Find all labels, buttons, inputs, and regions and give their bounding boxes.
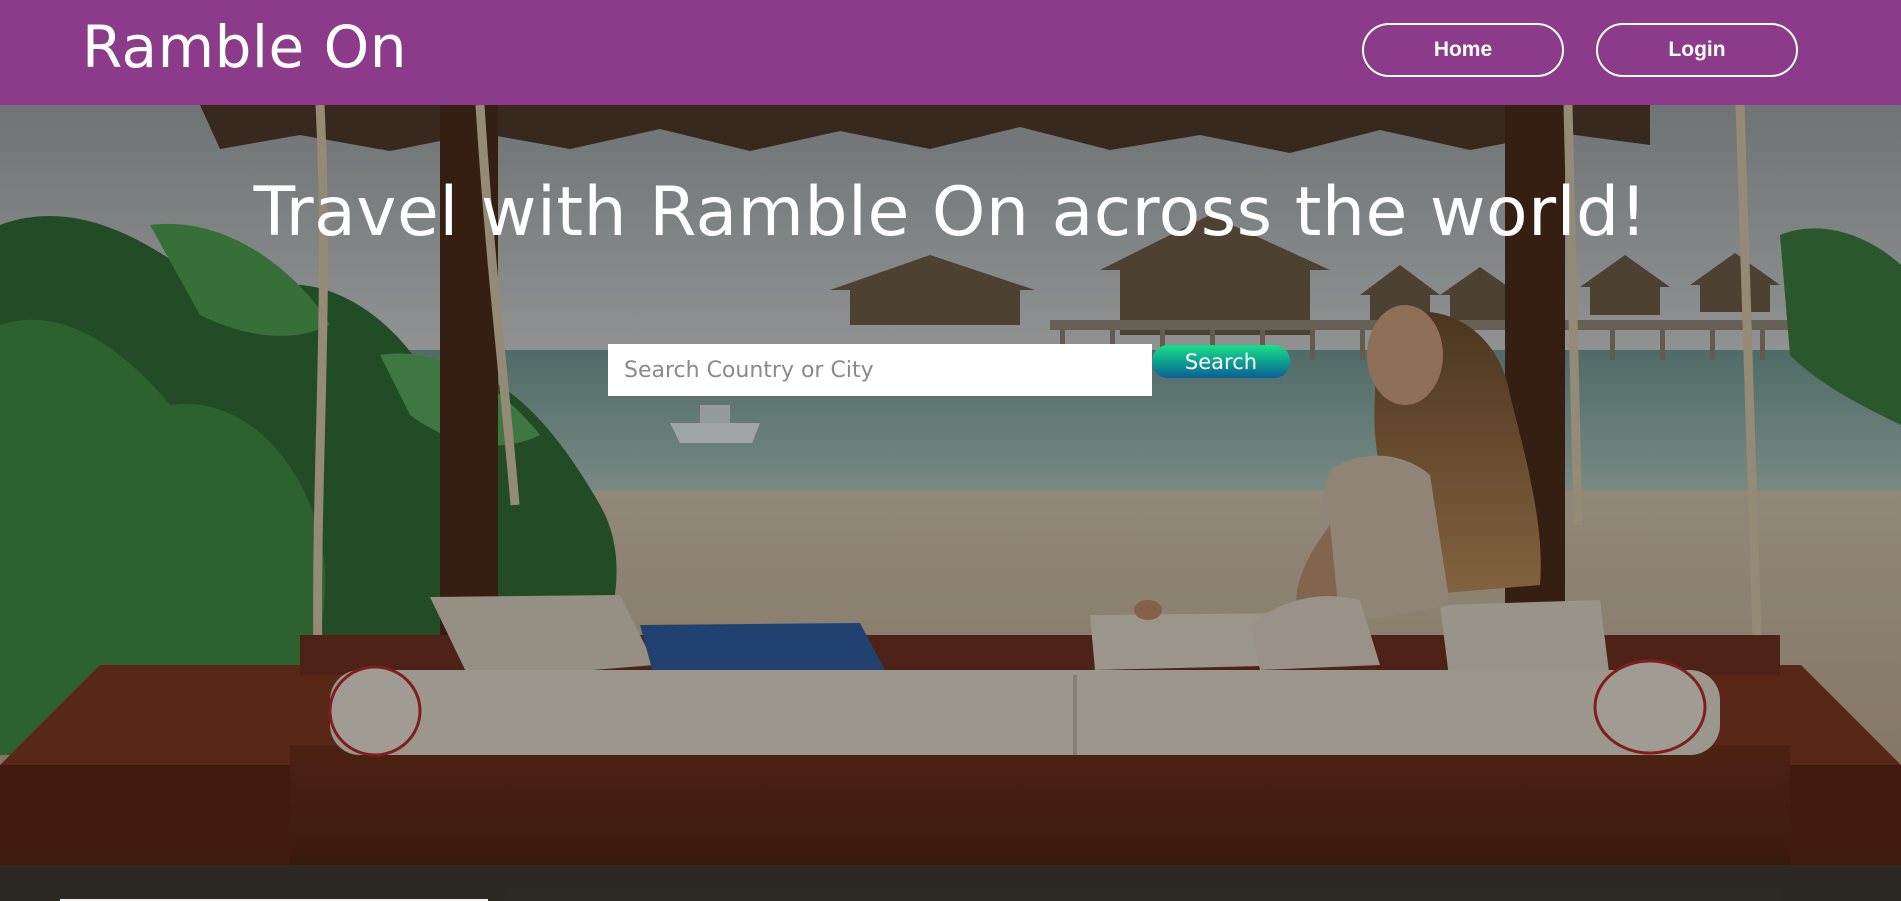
search-bar: Search bbox=[608, 344, 1290, 396]
hero-headline: Travel with Ramble On across the world! bbox=[253, 173, 1648, 252]
top-navbar: Ramble On Home Login bbox=[0, 0, 1901, 105]
page: Ramble On Home Login Travel with Ramble … bbox=[0, 0, 1901, 901]
brand-logo-text[interactable]: Ramble On bbox=[82, 12, 407, 82]
login-button[interactable]: Login bbox=[1596, 23, 1798, 77]
search-button[interactable]: Search bbox=[1152, 345, 1290, 378]
search-input[interactable] bbox=[608, 344, 1152, 396]
hero-section: Travel with Ramble On across the world! … bbox=[0, 105, 1901, 901]
home-button[interactable]: Home bbox=[1362, 23, 1564, 77]
